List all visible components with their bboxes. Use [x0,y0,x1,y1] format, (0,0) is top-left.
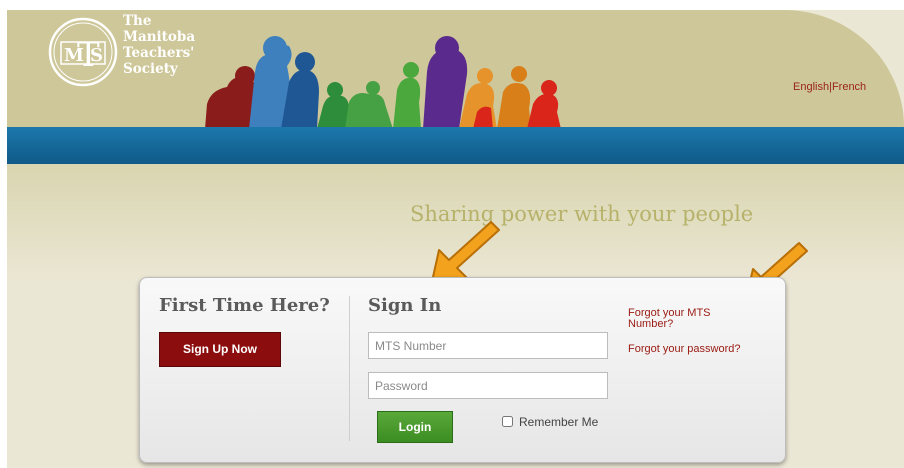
logo-line-4: Society [123,61,178,77]
password-input[interactable] [368,372,608,399]
logo-line-3: Teachers' [123,45,195,61]
forgot-mts-line-2: Number? [628,318,674,330]
login-panel: First Time Here? Sign Up Now Sign In Log… [139,277,786,463]
logo-line-1: The [123,13,152,29]
logo-wordmark: The Manitoba Teachers' Society [123,13,195,77]
forgot-mts-number-link[interactable]: Forgot your MTS Number? [628,308,711,330]
sign-up-now-button[interactable]: Sign Up Now [159,332,281,367]
mts-logo[interactable]: M T S [47,16,119,88]
header-banner: M T S The Manitoba Teachers' Society Eng… [7,10,904,127]
remember-me-checkbox[interactable] [502,416,513,427]
logo-monogram-s: S [90,45,103,66]
mts-number-input[interactable] [368,332,608,359]
lang-french-link[interactable]: French [832,81,866,93]
first-time-title: First Time Here? [159,295,330,316]
remember-me-label: Remember Me [519,415,599,429]
sign-in-title: Sign In [368,295,442,316]
panel-divider [349,296,350,441]
language-switcher: English|French [793,81,866,93]
people-silhouettes-illustration [205,36,561,127]
login-button[interactable]: Login [377,411,453,443]
lang-english-link[interactable]: English [793,81,829,93]
remember-me[interactable]: Remember Me [502,415,598,429]
blue-nav-band [7,127,904,164]
page: M T S The Manitoba Teachers' Society Eng… [7,10,904,468]
logo-line-2: Manitoba [123,29,196,45]
forgot-password-link[interactable]: Forgot your password? [628,344,741,355]
